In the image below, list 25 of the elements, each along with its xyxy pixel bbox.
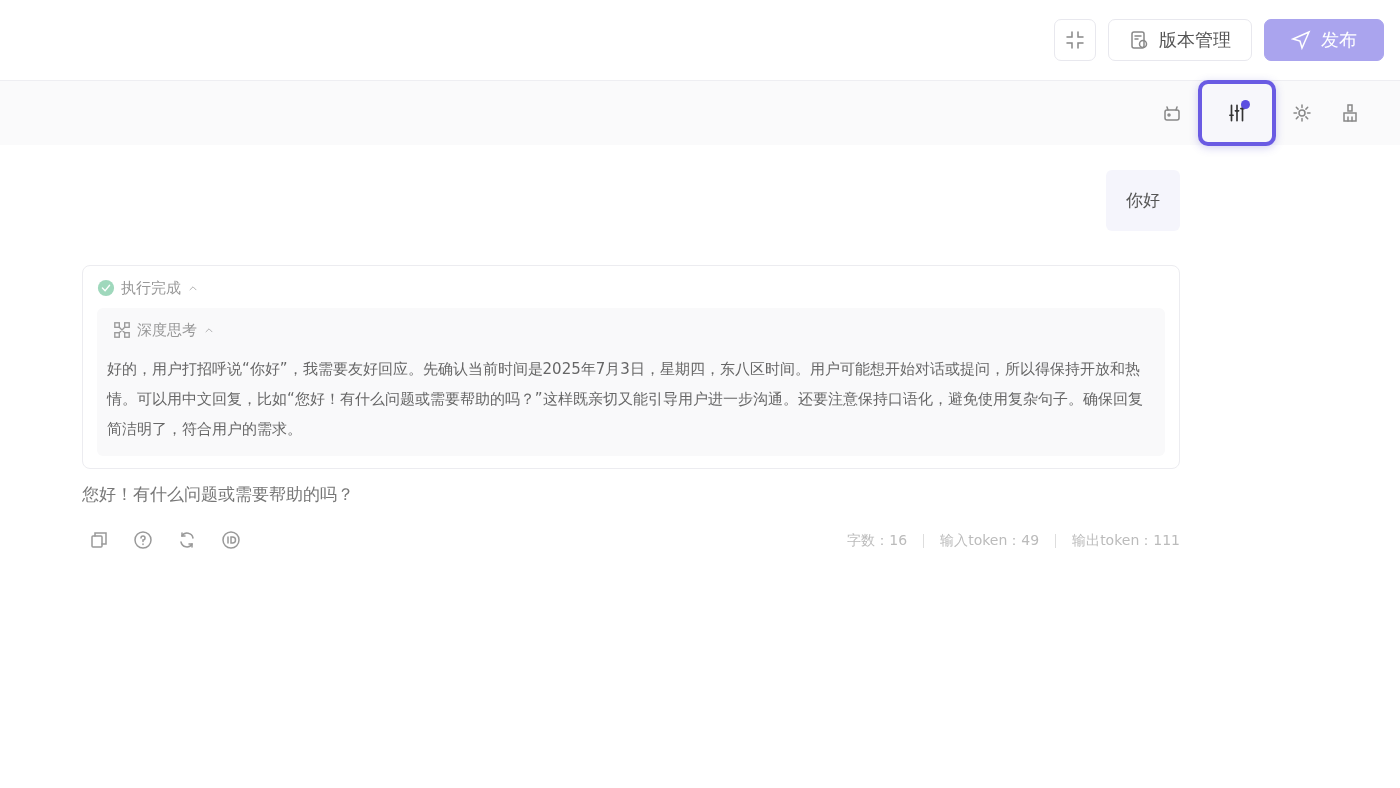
user-message: 你好 (1106, 170, 1180, 231)
send-icon (1291, 30, 1311, 50)
collapse-icon (1065, 30, 1085, 50)
help-icon (133, 530, 153, 550)
nodes-icon (113, 321, 131, 339)
version-button[interactable]: 版本管理 (1108, 19, 1252, 61)
publish-button[interactable]: 发布 (1264, 19, 1384, 61)
thinking-text: 好的，用户打招呼说“你好”，我需要友好回应。先确认当前时间是2025年7月3日，星期四，东八区时间。用户可能想开始对话或提问，所以得保持开放和热情。可以用中文回复，比如“您好！有什么问题或需要帮助的吗？”这样既亲切又能引导用户进一步沟通。还要注意保持口语化，避免使用复杂句子。确保回复简洁明了，符合用户的需求。 (107, 359, 1144, 440)
help-button[interactable] (132, 530, 154, 552)
robot-icon (1162, 103, 1182, 123)
refresh-icon (177, 530, 197, 550)
id-icon (221, 530, 241, 550)
thinking-toggle[interactable]: 深度思考 (107, 316, 1153, 344)
toolbar-button[interactable] (1198, 80, 1276, 146)
check-circle-icon (97, 279, 115, 297)
copy-icon (89, 530, 109, 550)
stat-text: 字数：16 (847, 532, 908, 550)
document-clock-icon (1129, 30, 1149, 50)
stat-text: 输入token：49 (940, 532, 1040, 550)
notification-dot (1241, 100, 1250, 109)
collapse-button[interactable] (1054, 19, 1096, 61)
stat-text: 输出token：111 (1072, 532, 1180, 550)
status-toggle[interactable]: 执行完成 (97, 276, 1165, 300)
id-button[interactable] (220, 530, 242, 552)
assistant-message: 您好！有什么问题或需要帮助的吗？ (82, 483, 355, 506)
